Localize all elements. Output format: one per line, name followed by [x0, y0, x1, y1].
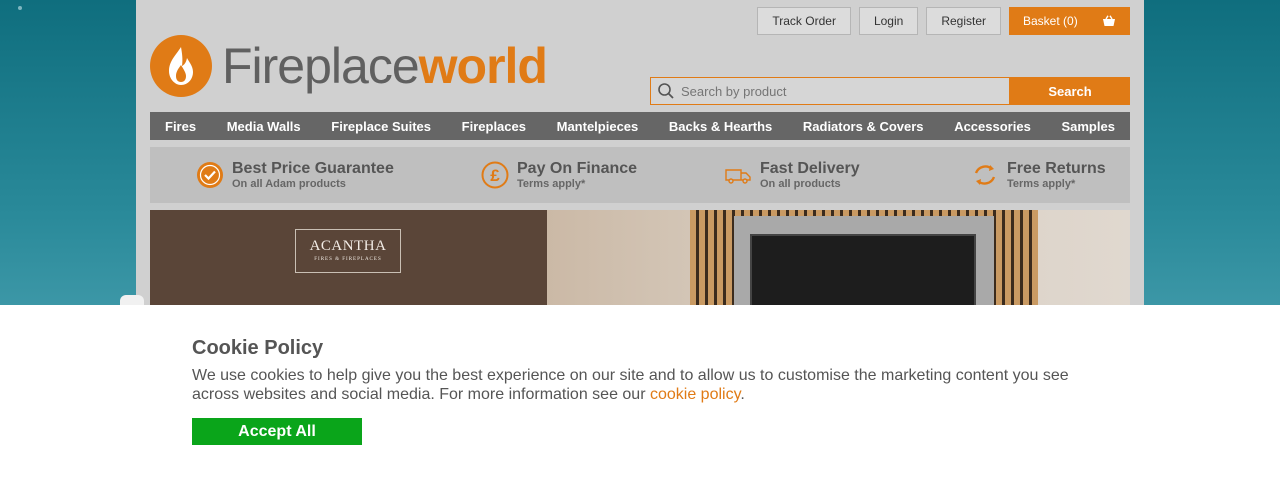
search-icon [658, 83, 674, 99]
nav-item-samples[interactable]: Samples [1061, 119, 1114, 134]
svg-text:£: £ [490, 166, 500, 185]
track-order-link[interactable]: Track Order [757, 7, 851, 35]
usp-finance[interactable]: £ Pay On Finance Terms apply* [395, 147, 640, 203]
nav-item-accessories[interactable]: Accessories [954, 119, 1031, 134]
main-nav: Fires Media Walls Fireplace Suites Firep… [150, 112, 1130, 140]
nav-item-fireplace-suites[interactable]: Fireplace Suites [331, 119, 431, 134]
usp-subtitle: On all products [760, 177, 841, 190]
logo-text: Fireplaceworld [222, 38, 548, 94]
nav-item-mantelpieces[interactable]: Mantelpieces [557, 119, 639, 134]
acantha-brand-sub: FIRES & FIREPLACES [314, 257, 382, 262]
nav-item-backs-hearths[interactable]: Backs & Hearths [669, 119, 772, 134]
cookie-title: Cookie Policy [192, 337, 324, 359]
search-button[interactable]: Search [1010, 77, 1130, 105]
top-links: Track Order Login Register Basket (0) [757, 7, 1130, 35]
usp-subtitle: Terms apply* [517, 177, 586, 190]
cookie-text-body: We use cookies to help give you the best… [192, 367, 1069, 403]
background-dot [18, 6, 22, 10]
usp-title: Fast Delivery [760, 160, 860, 178]
login-link[interactable]: Login [858, 7, 919, 35]
site-logo[interactable]: Fireplaceworld [150, 35, 548, 97]
hero-left-panel: ACANTHA FIRES & FIREPLACES [150, 210, 547, 305]
usp-title: Best Price Guarantee [232, 160, 394, 178]
usp-subtitle: On all Adam products [232, 177, 346, 190]
usp-best-price[interactable]: Best Price Guarantee On all Adam product… [150, 147, 395, 203]
basket-icon [1103, 15, 1115, 26]
cookie-policy-link[interactable]: cookie policy [650, 386, 740, 403]
search-box[interactable] [650, 77, 1010, 105]
nav-item-media-walls[interactable]: Media Walls [227, 119, 301, 134]
nav-item-fireplaces[interactable]: Fireplaces [462, 119, 526, 134]
usp-bar: Best Price Guarantee On all Adam product… [150, 147, 1130, 203]
van-icon [725, 169, 751, 184]
nav-item-fires[interactable]: Fires [165, 119, 196, 134]
pound-icon: £ [481, 161, 509, 189]
usp-title: Free Returns [1007, 160, 1106, 178]
search-input[interactable] [681, 83, 981, 99]
cookie-banner: Cookie Policy We use cookies to help giv… [0, 305, 1280, 480]
logo-text-part1: Fireplace [222, 38, 420, 94]
basket-label: Basket (0) [1023, 14, 1078, 28]
usp-delivery[interactable]: Fast Delivery On all products [640, 147, 885, 203]
flame-logo-icon [150, 35, 212, 97]
acantha-logo: ACANTHA FIRES & FIREPLACES [295, 229, 401, 273]
usp-subtitle: Terms apply* [1007, 177, 1076, 190]
accept-all-button[interactable]: Accept All [192, 418, 362, 445]
search-bar: Search [650, 77, 1130, 105]
tv-screen [750, 234, 976, 305]
acantha-brand: ACANTHA [309, 238, 387, 254]
register-link[interactable]: Register [926, 7, 1001, 35]
nav-item-radiators-covers[interactable]: Radiators & Covers [803, 119, 924, 134]
cookie-text: We use cookies to help give you the best… [192, 366, 1092, 404]
checkmark-circle-icon [197, 162, 223, 188]
cookie-text-end: . [740, 386, 745, 403]
usp-returns[interactable]: Free Returns Terms apply* [885, 147, 1130, 203]
basket-button[interactable]: Basket (0) [1009, 7, 1130, 35]
usp-title: Pay On Finance [517, 160, 638, 178]
hero-banner[interactable]: ACANTHA FIRES & FIREPLACES [150, 210, 1130, 305]
refresh-icon [974, 165, 996, 185]
logo-text-part2: world [418, 38, 548, 94]
